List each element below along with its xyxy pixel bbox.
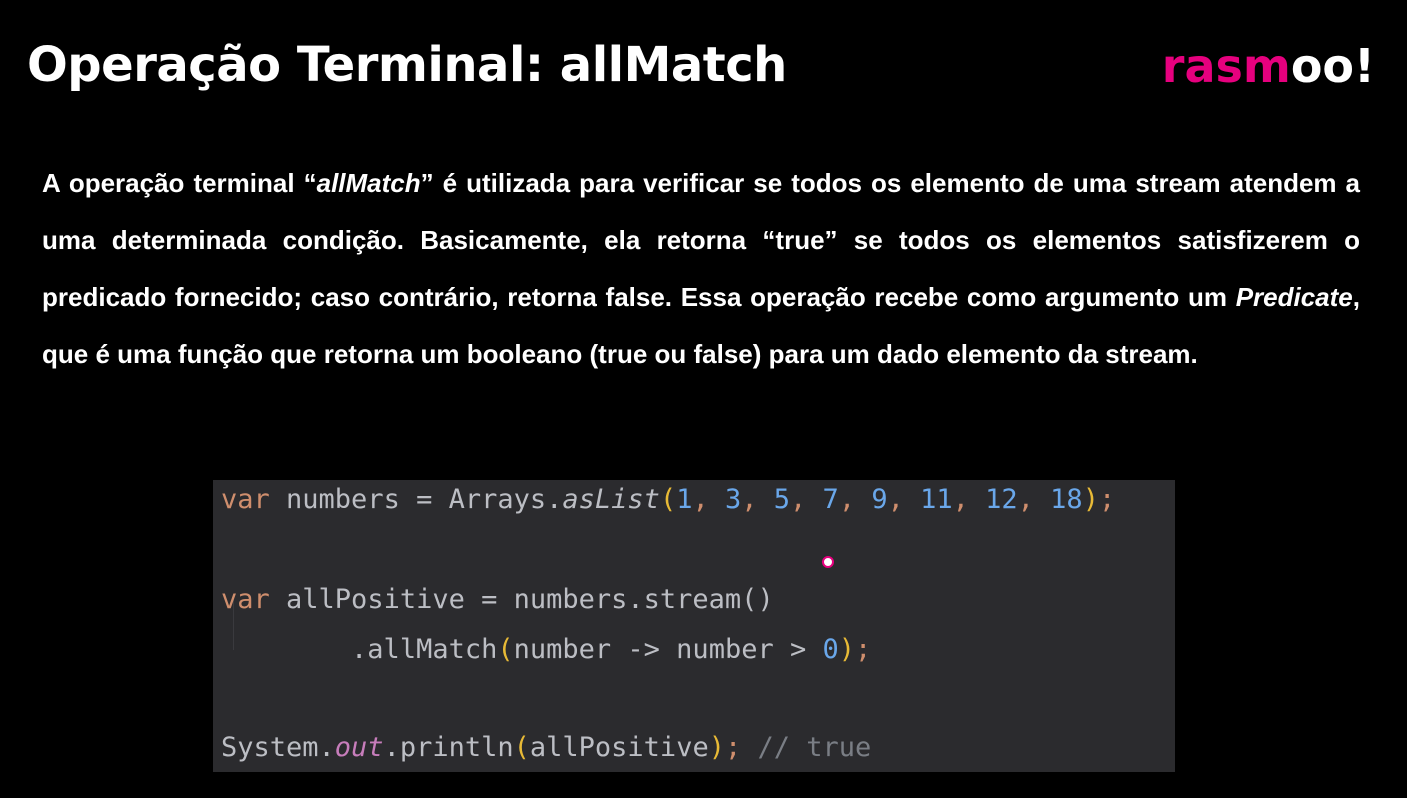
logo-part-white: oo! <box>1290 39 1375 93</box>
close-paren: ) <box>1082 484 1099 515</box>
keyword-var: var <box>221 484 270 515</box>
code-comment: // true <box>741 732 872 763</box>
number-literal: 18 <box>1050 484 1083 515</box>
open-paren: ( <box>497 634 514 665</box>
field-out: out <box>334 732 384 763</box>
code-line-3: .allMatch(number -> number > 0); <box>221 630 871 670</box>
class-system: System. <box>221 732 335 763</box>
open-paren: ( <box>659 484 677 515</box>
code-text: numbers = Arrays. <box>269 484 563 515</box>
semicolon: ; <box>855 634 872 665</box>
number-literal: 1 <box>676 484 693 515</box>
lambda-body: number -> number > <box>513 634 823 665</box>
method-aslist: asList <box>562 484 660 515</box>
description-italic-predicate: Predicate <box>1235 282 1353 312</box>
semicolon: ; <box>1098 484 1116 515</box>
code-panel: var numbers = Arrays.asList(1, 3, 5, 7, … <box>213 480 1175 772</box>
argument-allpositive: allPositive <box>529 732 709 763</box>
number-literal: 11 <box>920 484 953 515</box>
number-literal: 3 <box>724 484 742 515</box>
semicolon: ; <box>724 732 742 763</box>
close-paren: ) <box>838 634 856 665</box>
number-literal: 9 <box>871 484 888 515</box>
open-paren: ( <box>513 732 530 763</box>
code-line-1: var numbers = Arrays.asList(1, 3, 5, 7, … <box>221 484 1116 515</box>
method-allmatch: .allMatch <box>351 634 498 665</box>
number-literal: 12 <box>985 484 1018 515</box>
number-literal: 0 <box>822 634 839 665</box>
code-line-2: var allPositive = numbers.stream() <box>221 580 774 620</box>
cursor-pointer-icon <box>822 556 834 568</box>
logo-part-pink: rasm <box>1161 39 1291 93</box>
number-literal: 5 <box>773 484 791 515</box>
description-text-1: A operação terminal “ <box>42 168 317 198</box>
number-literal: 7 <box>822 484 839 515</box>
close-paren: ) <box>708 732 725 763</box>
code-line-4: System.out.println(allPositive); // true <box>221 728 871 768</box>
description-paragraph: A operação terminal “allMatch” é utiliza… <box>42 155 1360 383</box>
slide-title: Operação Terminal: allMatch <box>27 37 787 93</box>
method-println: .println <box>383 732 514 763</box>
code-text: allPositive = numbers.stream() <box>269 584 774 615</box>
rasmoo-logo: rasmoo! <box>1162 36 1375 96</box>
keyword-var: var <box>221 584 270 615</box>
description-italic-allmatch: allMatch <box>316 168 421 198</box>
